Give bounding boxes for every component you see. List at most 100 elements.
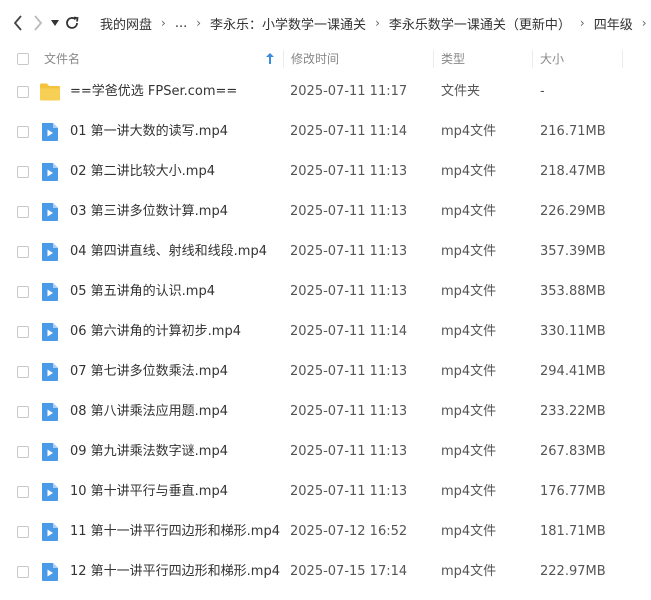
row-checkbox[interactable] bbox=[17, 526, 29, 538]
table-row[interactable]: 01 第一讲大数的读写.mp4 2025-07-11 11:14 mp4文件 2… bbox=[0, 112, 651, 152]
row-checkbox[interactable] bbox=[17, 446, 29, 458]
file-name[interactable]: 09 第九讲乘法数字谜.mp4 bbox=[70, 432, 228, 472]
file-name[interactable]: 06 第六讲角的计算初步.mp4 bbox=[70, 312, 241, 352]
video-file-icon bbox=[39, 242, 61, 262]
video-file-icon bbox=[39, 202, 61, 222]
history-dropdown-icon[interactable] bbox=[50, 12, 60, 34]
row-checkbox[interactable] bbox=[17, 86, 29, 98]
row-checkbox[interactable] bbox=[17, 566, 29, 578]
file-size: 357.39MB bbox=[540, 244, 606, 259]
file-modified: 2025-07-11 11:17 bbox=[290, 84, 408, 99]
row-checkbox[interactable] bbox=[17, 326, 29, 338]
file-list: ==学爸优选 FPSer.com== 2025-07-11 11:17 文件夹 … bbox=[0, 72, 651, 592]
file-modified: 2025-07-11 11:13 bbox=[290, 444, 408, 459]
file-type: mp4文件 bbox=[441, 364, 497, 379]
row-checkbox[interactable] bbox=[17, 126, 29, 138]
file-name[interactable]: 10 第十讲平行与垂直.mp4 bbox=[70, 472, 228, 512]
table-row[interactable]: ==学爸优选 FPSer.com== 2025-07-11 11:17 文件夹 … bbox=[0, 72, 651, 112]
table-row[interactable]: 03 第三讲多位数计算.mp4 2025-07-11 11:13 mp4文件 2… bbox=[0, 192, 651, 232]
back-arrow-icon[interactable] bbox=[12, 12, 24, 34]
file-type: mp4文件 bbox=[441, 284, 497, 299]
file-modified: 2025-07-11 11:13 bbox=[290, 204, 408, 219]
table-row[interactable]: 11 第十一讲平行四边形和梯形.mp4 2025-07-12 16:52 mp4… bbox=[0, 512, 651, 552]
row-checkbox[interactable] bbox=[17, 166, 29, 178]
video-file-icon bbox=[39, 362, 61, 382]
table-row[interactable]: 05 第五讲角的认识.mp4 2025-07-11 11:13 mp4文件 35… bbox=[0, 272, 651, 312]
file-type: mp4文件 bbox=[441, 204, 497, 219]
file-modified: 2025-07-11 11:13 bbox=[290, 164, 408, 179]
column-name[interactable]: 文件名 bbox=[44, 46, 80, 72]
chevron-right-icon: › bbox=[375, 16, 380, 30]
column-divider[interactable] bbox=[622, 50, 623, 68]
column-size[interactable]: 大小 bbox=[540, 46, 564, 72]
video-file-icon bbox=[39, 282, 61, 302]
video-file-icon bbox=[39, 402, 61, 422]
file-name[interactable]: ==学爸优选 FPSer.com== bbox=[70, 72, 237, 112]
file-name[interactable]: 11 第十一讲平行四边形和梯形.mp4 bbox=[70, 512, 280, 552]
sort-ascending-icon[interactable] bbox=[266, 53, 274, 67]
column-modified[interactable]: 修改时间 bbox=[291, 46, 339, 72]
file-modified: 2025-07-11 11:13 bbox=[290, 244, 408, 259]
file-modified: 2025-07-11 11:13 bbox=[290, 364, 408, 379]
file-name[interactable]: 04 第四讲直线、射线和线段.mp4 bbox=[70, 232, 267, 272]
chevron-right-icon: › bbox=[161, 16, 166, 30]
video-file-icon bbox=[39, 122, 61, 142]
refresh-icon[interactable] bbox=[64, 12, 80, 34]
file-name[interactable]: 08 第八讲乘法应用题.mp4 bbox=[70, 392, 228, 432]
row-checkbox[interactable] bbox=[17, 486, 29, 498]
file-type: mp4文件 bbox=[441, 484, 497, 499]
file-type: 文件夹 bbox=[441, 84, 481, 99]
table-row[interactable]: 04 第四讲直线、射线和线段.mp4 2025-07-11 11:13 mp4文… bbox=[0, 232, 651, 272]
column-divider[interactable] bbox=[433, 50, 434, 68]
video-file-icon bbox=[39, 322, 61, 342]
file-name[interactable]: 01 第一讲大数的读写.mp4 bbox=[70, 112, 228, 152]
file-size: 222.97MB bbox=[540, 564, 606, 579]
file-modified: 2025-07-11 11:14 bbox=[290, 124, 408, 139]
column-divider[interactable] bbox=[283, 50, 284, 68]
video-file-icon bbox=[39, 562, 61, 582]
table-row[interactable]: 02 第二讲比较大小.mp4 2025-07-11 11:13 mp4文件 21… bbox=[0, 152, 651, 192]
file-modified: 2025-07-12 16:52 bbox=[290, 524, 408, 539]
forward-arrow-icon[interactable] bbox=[32, 12, 44, 34]
column-divider[interactable] bbox=[532, 50, 533, 68]
file-size: 181.71MB bbox=[540, 524, 606, 539]
file-name[interactable]: 03 第三讲多位数计算.mp4 bbox=[70, 192, 228, 232]
file-type: mp4文件 bbox=[441, 244, 497, 259]
file-name[interactable]: 12 第十一讲平行四边形和梯形.mp4 bbox=[70, 552, 280, 592]
table-row[interactable]: 12 第十一讲平行四边形和梯形.mp4 2025-07-15 17:14 mp4… bbox=[0, 552, 651, 592]
file-name[interactable]: 02 第二讲比较大小.mp4 bbox=[70, 152, 215, 192]
table-row[interactable]: 10 第十讲平行与垂直.mp4 2025-07-11 11:13 mp4文件 1… bbox=[0, 472, 651, 512]
chevron-right-icon: › bbox=[641, 16, 647, 30]
file-size: 226.29MB bbox=[540, 204, 606, 219]
row-checkbox[interactable] bbox=[17, 286, 29, 298]
table-row[interactable]: 07 第七讲多位数乘法.mp4 2025-07-11 11:13 mp4文件 2… bbox=[0, 352, 651, 392]
file-name[interactable]: 07 第七讲多位数乘法.mp4 bbox=[70, 352, 228, 392]
breadcrumb-item[interactable]: 李永乐：小学数学一课通关 bbox=[208, 14, 368, 33]
file-size: - bbox=[540, 84, 545, 99]
breadcrumb-item[interactable]: 李永乐数学一课通关（更新中） bbox=[387, 14, 573, 33]
video-file-icon bbox=[39, 162, 61, 182]
file-modified: 2025-07-11 11:14 bbox=[290, 324, 408, 339]
file-size: 353.88MB bbox=[540, 284, 606, 299]
file-type: mp4文件 bbox=[441, 524, 497, 539]
row-checkbox[interactable] bbox=[17, 246, 29, 258]
select-all-checkbox[interactable] bbox=[17, 53, 29, 65]
breadcrumb-item[interactable]: 我的网盘 bbox=[98, 14, 154, 33]
folder-icon bbox=[39, 82, 61, 102]
file-type: mp4文件 bbox=[441, 324, 497, 339]
file-size: 294.41MB bbox=[540, 364, 606, 379]
file-name[interactable]: 05 第五讲角的认识.mp4 bbox=[70, 272, 215, 312]
breadcrumb-item-current[interactable]: 四年级 bbox=[592, 14, 635, 33]
row-checkbox[interactable] bbox=[17, 406, 29, 418]
video-file-icon bbox=[39, 442, 61, 462]
file-size: 267.83MB bbox=[540, 444, 606, 459]
file-type: mp4文件 bbox=[441, 164, 497, 179]
video-file-icon bbox=[39, 522, 61, 542]
table-row[interactable]: 06 第六讲角的计算初步.mp4 2025-07-11 11:14 mp4文件 … bbox=[0, 312, 651, 352]
table-row[interactable]: 08 第八讲乘法应用题.mp4 2025-07-11 11:13 mp4文件 2… bbox=[0, 392, 651, 432]
row-checkbox[interactable] bbox=[17, 366, 29, 378]
column-type[interactable]: 类型 bbox=[441, 46, 465, 72]
table-row[interactable]: 09 第九讲乘法数字谜.mp4 2025-07-11 11:13 mp4文件 2… bbox=[0, 432, 651, 472]
breadcrumb-item[interactable]: ... bbox=[173, 16, 189, 31]
row-checkbox[interactable] bbox=[17, 206, 29, 218]
